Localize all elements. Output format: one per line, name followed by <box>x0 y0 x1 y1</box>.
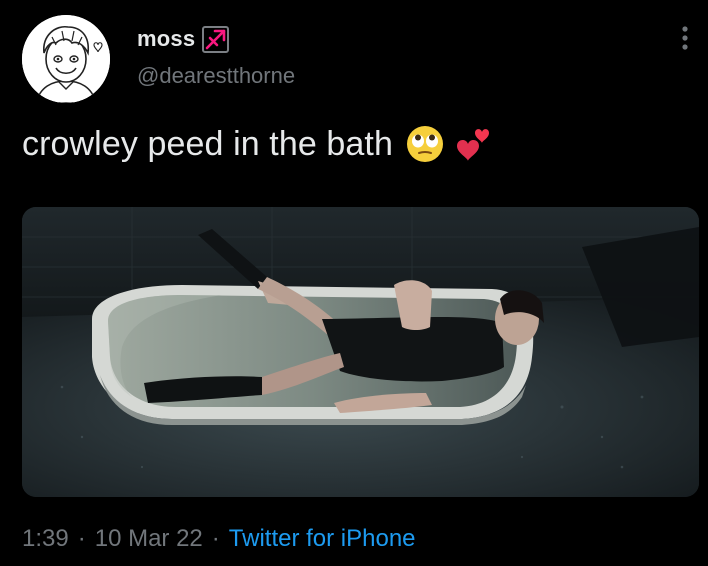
face-with-rolling-eyes-icon <box>405 124 445 164</box>
display-name[interactable]: moss <box>137 26 195 52</box>
tweet-date[interactable]: 10 Mar 22 <box>95 525 203 553</box>
vertical-ellipsis-icon <box>682 26 688 50</box>
tweet-card: moss @dearestthorne crowley peed in the … <box>0 0 708 566</box>
tweet-text: crowley peed in the bath <box>22 124 393 163</box>
author-name-row[interactable]: moss <box>137 22 231 56</box>
tweet-time[interactable]: 1:39 <box>22 525 69 553</box>
tweet-source-link[interactable]: Twitter for iPhone <box>229 525 416 553</box>
two-hearts-icon <box>453 124 493 164</box>
tweet-meta: 1:39 · 10 Mar 22 · Twitter for iPhone <box>22 522 416 556</box>
author-handle[interactable]: @dearestthorne <box>137 63 295 89</box>
avatar[interactable] <box>22 15 110 103</box>
tweet-media-image[interactable] <box>22 207 699 497</box>
cartoon-avatar-icon <box>22 15 110 103</box>
meta-separator: · <box>77 525 86 552</box>
tweet-body: crowley peed in the bath <box>22 118 493 170</box>
more-options-button[interactable] <box>668 18 702 58</box>
meta-separator: · <box>211 525 220 552</box>
bathtub-photo <box>22 207 699 497</box>
sagittarius-icon <box>201 24 231 54</box>
